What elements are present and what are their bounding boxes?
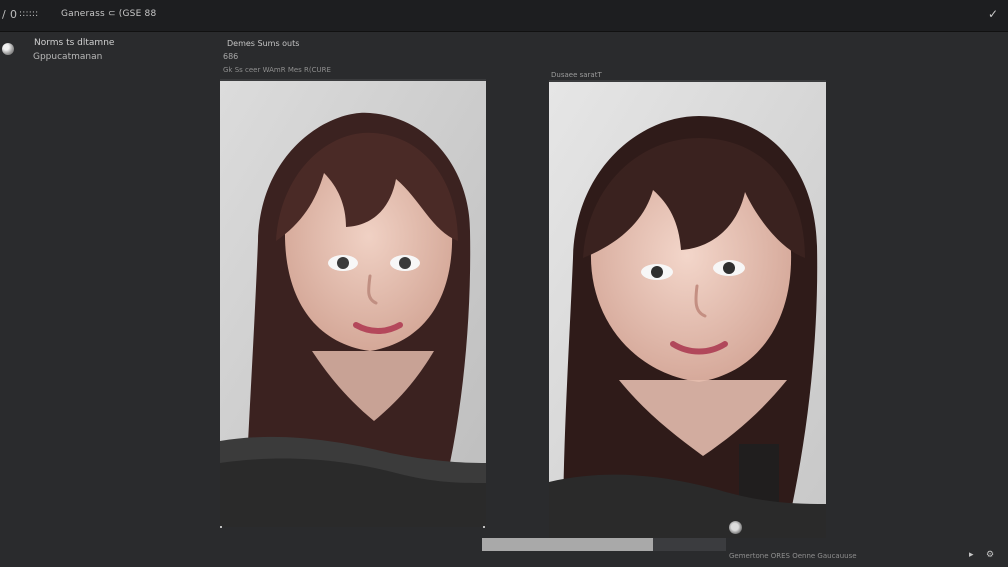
sidebar-subtitle: Gppucatmanan	[33, 52, 103, 62]
sidebar-title: Norms ts dltamne	[34, 38, 115, 48]
corner-marker	[220, 526, 222, 528]
details-line-2: 686	[223, 52, 239, 61]
slash-icon[interactable]: /	[2, 8, 6, 21]
toolbar-label: ::::::	[19, 9, 39, 19]
details-line-3: Gk Ss ceer WAmR Mes R(CURE	[223, 66, 331, 74]
play-icon[interactable]: ▸	[969, 550, 974, 560]
right-portrait-panel[interactable]	[549, 80, 826, 538]
window-title: Ganerass ⊂ (GSE 88	[61, 9, 157, 19]
sidebar-avatar-icon[interactable]	[2, 43, 14, 55]
corner-marker	[483, 526, 485, 528]
left-portrait-panel[interactable]	[220, 79, 486, 527]
right-portrait-illustration	[549, 82, 826, 538]
details-line-1: Demes Sums outs	[227, 39, 300, 48]
scrub-handle[interactable]	[729, 521, 742, 534]
progress-fill	[482, 538, 653, 551]
top-bar: / 0 :::::: Ganerass ⊂ (GSE 88 ✓	[0, 0, 1008, 32]
settings-icon[interactable]: ⚙	[986, 550, 994, 560]
left-portrait-illustration	[220, 81, 486, 527]
status-text: Gemertone ORES Oenne Gaucauuse	[729, 552, 857, 560]
progress-bar[interactable]	[482, 538, 726, 551]
window-control-icon[interactable]: ✓	[988, 7, 998, 21]
right-image-label: Dusaee saratT	[551, 71, 602, 79]
zero-icon[interactable]: 0	[10, 8, 17, 21]
